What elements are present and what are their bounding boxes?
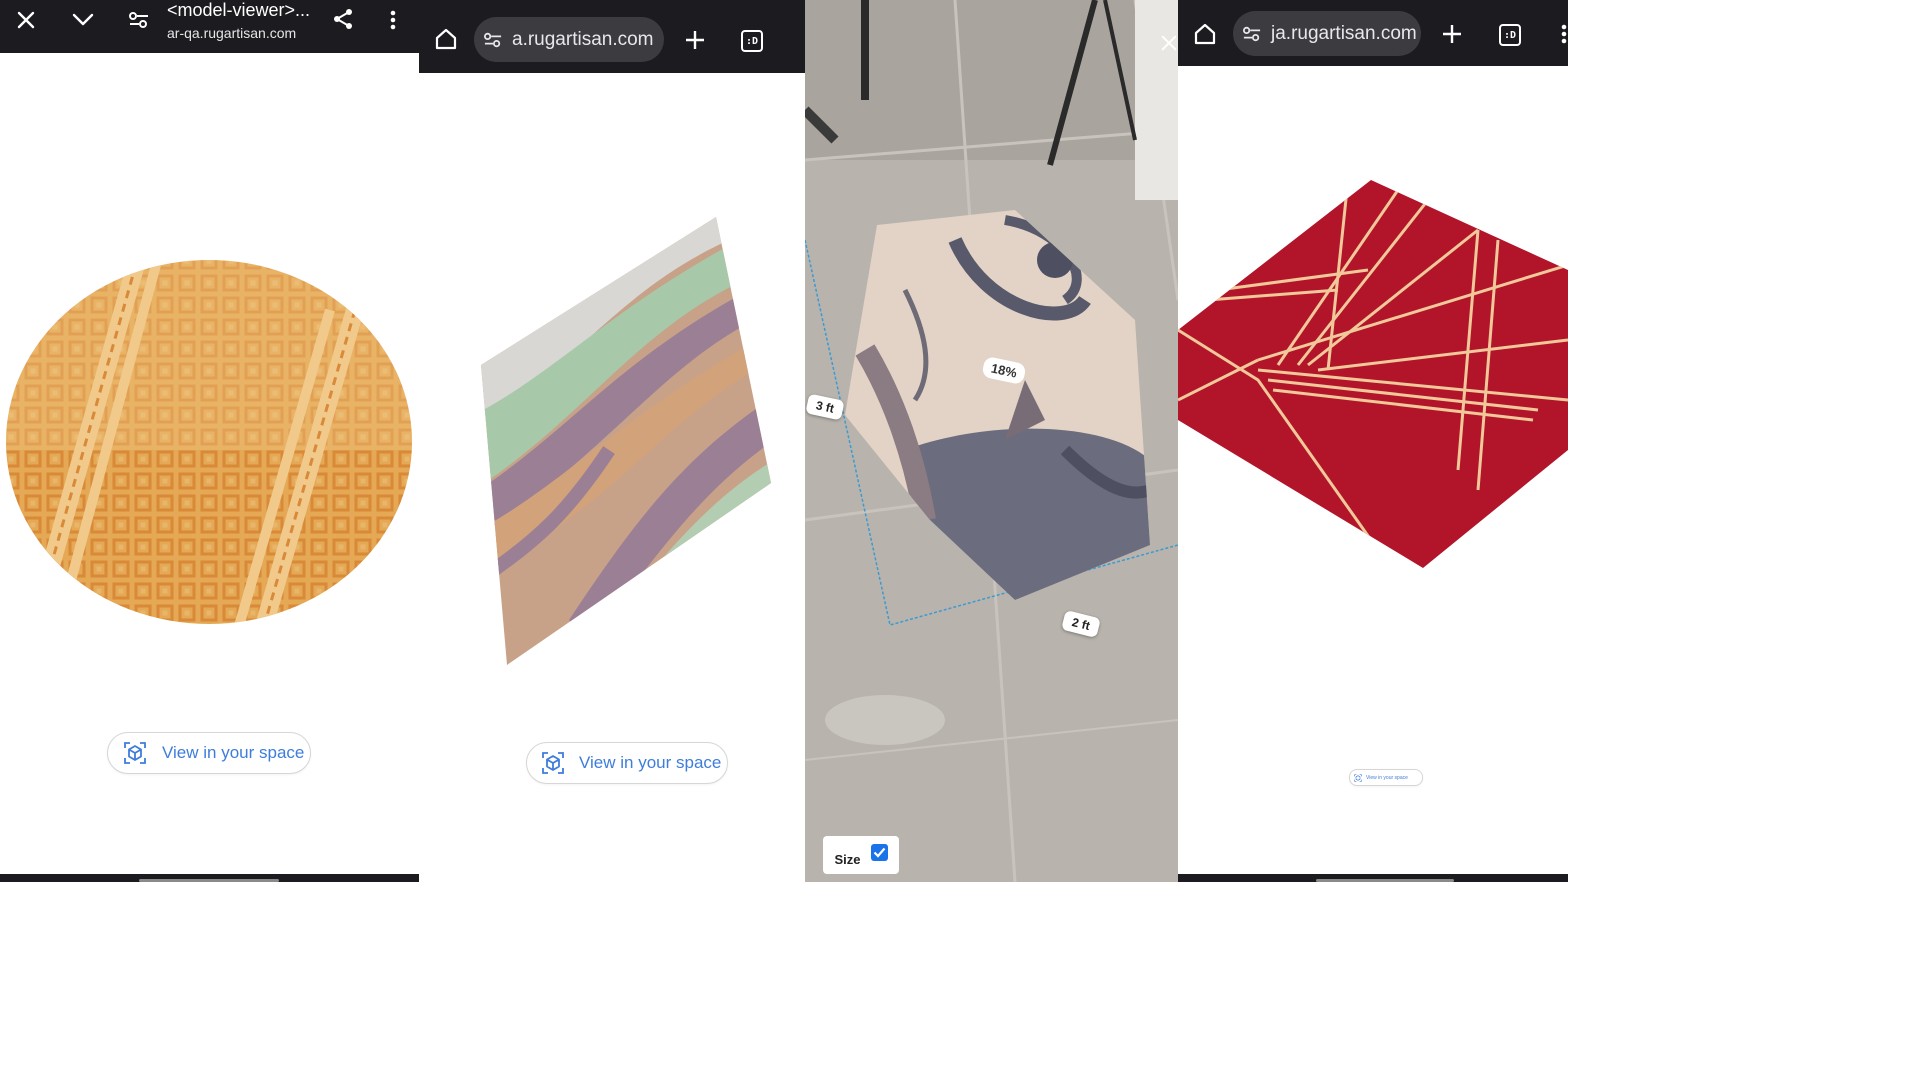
phone-screen-4: ja.rugartisan.com :D View in your space [1178,0,1568,882]
close-icon[interactable] [1159,32,1178,54]
browser-toolbar: a.rugartisan.com :D [419,0,805,73]
browser-toolbar: ja.rugartisan.com :D [1178,0,1568,66]
round-rug-model[interactable] [0,250,419,640]
url-text: ja.rugartisan.com [1271,22,1417,44]
square-rug-model[interactable] [1178,170,1568,580]
custom-tab-toolbar: <model-viewer>... ar-qa.rugartisan.com [0,0,419,53]
plus-icon[interactable] [1440,22,1464,46]
page-title: <model-viewer>... [167,0,311,20]
share-icon[interactable] [331,7,355,31]
view-in-your-space-button[interactable]: View in your space [526,742,728,784]
check-icon [873,847,885,858]
page-url[interactable]: ar-qa.rugartisan.com [167,25,296,41]
plus-icon[interactable] [683,28,707,52]
ar-cube-icon [108,741,162,765]
view-in-your-space-label: View in your space [1366,774,1408,781]
tune-icon[interactable] [127,8,151,32]
view-in-your-space-button[interactable]: View in your space [1349,769,1423,786]
url-bar[interactable]: a.rugartisan.com [474,17,664,62]
tab-switcher-button[interactable]: :D [741,30,763,52]
chevron-down-icon[interactable] [70,8,96,32]
phone-screen-1: <model-viewer>... ar-qa.rugartisan.com V… [0,0,419,882]
home-icon[interactable] [433,26,459,52]
ar-cube-icon [527,751,579,775]
close-icon[interactable] [14,8,38,32]
parallelogram-rug-model[interactable] [419,200,805,680]
phone-screen-2: a.rugartisan.com :D View in your space [419,0,805,882]
ar-camera-view: 3 ft 18% 2 ft Size [805,0,1178,882]
gesture-handle[interactable] [139,879,279,882]
view-in-your-space-label: View in your space [162,743,305,762]
tab-switcher-button[interactable]: :D [1499,24,1521,46]
hexagon-rug-model[interactable] [805,200,1178,640]
size-checkbox[interactable] [870,843,888,861]
ar-cube-icon [1350,773,1366,782]
home-icon[interactable] [1192,21,1218,47]
size-toggle[interactable]: Size [823,836,899,874]
more-vert-icon[interactable] [1560,22,1568,46]
tune-icon[interactable] [1233,25,1271,43]
more-vert-icon[interactable] [383,8,403,32]
size-toggle-label: Size [834,851,861,867]
gesture-handle[interactable] [1316,879,1454,882]
view-in-your-space-label: View in your space [579,753,722,772]
url-text: a.rugartisan.com [512,28,654,50]
view-in-your-space-button[interactable]: View in your space [107,732,311,774]
url-bar[interactable]: ja.rugartisan.com [1233,11,1421,56]
tune-icon[interactable] [474,31,512,49]
